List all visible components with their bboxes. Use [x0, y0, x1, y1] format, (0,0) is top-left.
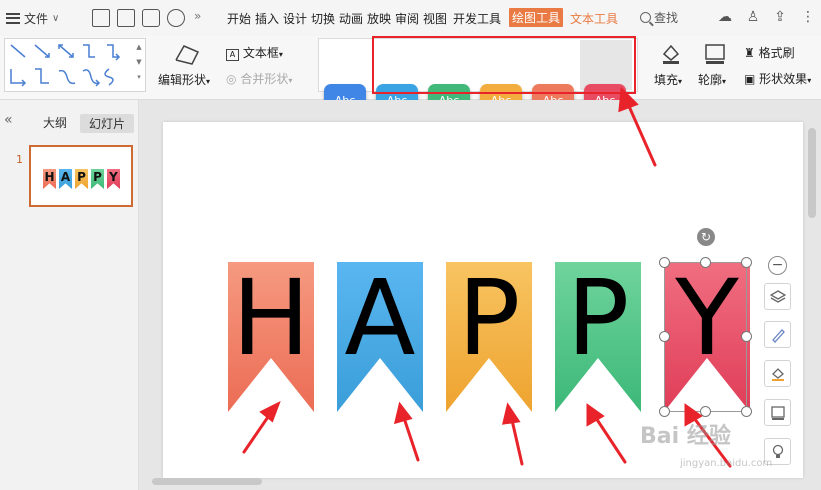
resize-handle[interactable] [741, 331, 752, 342]
slide-thumbnail[interactable]: H A P P Y [29, 145, 133, 207]
ribbon-toolbar: ▲▼▾ 编辑形状▾ A 文本框▾ ◎ 合并形状▾ Abc Abc Abc Abc… [0, 36, 821, 117]
layers-icon[interactable] [764, 283, 791, 310]
brush-icon[interactable] [764, 321, 791, 348]
more-options-icon[interactable]: ⋮ [800, 9, 816, 25]
textbox-icon: A [226, 49, 239, 61]
outline-label: 轮廓 [698, 73, 723, 87]
horizontal-scroll-thumb[interactable] [152, 478, 262, 485]
file-menu-button[interactable]: 文件 ∨ [6, 9, 59, 27]
outline-icon [704, 42, 726, 64]
fill-button[interactable]: 填充▾ [654, 71, 682, 88]
search-button[interactable]: 查找 [640, 9, 678, 26]
tab-slides[interactable]: 幻灯片 [80, 114, 135, 133]
shape-effect-label: 形状效果 [759, 72, 808, 86]
print-preview-icon[interactable] [167, 9, 185, 27]
merge-shape-icon: ◎ [226, 72, 237, 86]
tab-drawing-tools[interactable]: 绘图工具 [509, 8, 564, 27]
edit-shape-icon [172, 42, 202, 68]
vertical-scroll-thumb[interactable] [808, 128, 816, 218]
mini-flag-letter: Y [109, 170, 118, 184]
format-painter-icon: ♜ [744, 46, 755, 60]
line-shapes-gallery[interactable] [4, 38, 146, 92]
tab-transition[interactable]: 切换 [311, 10, 335, 27]
rotate-handle-icon[interactable]: ↻ [697, 228, 715, 246]
textbox-label: 文本框 [242, 46, 279, 60]
mini-flag: A [59, 169, 72, 189]
slides-panel: « 大纲 幻灯片 1 H A P P Y [0, 100, 139, 490]
chevron-down-icon: ∨ [52, 12, 60, 24]
hamburger-icon [6, 12, 20, 24]
fill-color-icon[interactable] [764, 360, 791, 387]
tab-home[interactable]: 开始 [227, 10, 251, 27]
save-icon[interactable] [92, 9, 110, 27]
style-swatch-highlight-box [372, 36, 636, 94]
mini-flag: H [43, 169, 56, 189]
resize-handle[interactable] [700, 257, 711, 268]
mini-flag-letter: A [60, 170, 71, 184]
user-add-icon[interactable]: ♙ [745, 9, 761, 25]
export-icon[interactable] [117, 9, 135, 27]
search-icon [640, 12, 651, 23]
watermark-url: jingyan.baidu.com [680, 458, 773, 469]
line-shapes-icon [10, 44, 121, 87]
search-label: 查找 [654, 11, 679, 25]
more-icon[interactable]: » [194, 9, 201, 23]
gallery-scroll-buttons[interactable]: ▲ ▼ ▾ [134, 40, 144, 90]
mini-flag-letter: P [77, 170, 86, 184]
share-icon[interactable]: ⇪ [772, 9, 788, 25]
resize-handle[interactable] [659, 406, 670, 417]
mini-flag: P [75, 169, 88, 189]
selection-outline [664, 262, 747, 412]
format-painter-label: 格式刷 [758, 46, 795, 60]
edit-shape-label: 编辑形状 [158, 73, 207, 87]
menu-bar: 文件 ∨ » 开始 插入 设计 切换 动画 放映 审阅 视图 开发工具 绘图工具… [0, 0, 821, 36]
merge-shape-button[interactable]: ◎ 合并形状▾ [226, 70, 292, 87]
resize-handle[interactable] [659, 331, 670, 342]
tab-developer[interactable]: 开发工具 [453, 10, 501, 27]
slide-number: 1 [16, 153, 23, 166]
mini-flag-letter: H [44, 170, 55, 184]
resize-handle[interactable] [741, 257, 752, 268]
tab-text-tools[interactable]: 文本工具 [570, 10, 618, 27]
tab-outline[interactable]: 大纲 [43, 114, 67, 131]
collapse-toolbar-icon[interactable]: − [768, 256, 787, 275]
shape-effect-button[interactable]: ▣ 形状效果▾ [744, 70, 811, 87]
print-icon[interactable] [142, 9, 160, 27]
tab-animation[interactable]: 动画 [339, 10, 363, 27]
watermark-logo: Bai 经验 [640, 424, 731, 449]
outline-button[interactable]: 轮廓▾ [698, 71, 726, 88]
tab-view[interactable]: 视图 [423, 10, 447, 27]
resize-handle[interactable] [700, 406, 711, 417]
merge-shape-label: 合并形状 [240, 72, 289, 86]
mini-flag-letter: P [93, 170, 102, 184]
resize-handle[interactable] [659, 257, 670, 268]
cloud-sync-icon[interactable]: ☁ [717, 9, 733, 25]
textbox-button[interactable]: A 文本框▾ [226, 44, 283, 61]
file-menu-label: 文件 [24, 11, 49, 26]
tab-insert[interactable]: 插入 [255, 10, 279, 27]
format-painter-button[interactable]: ♜ 格式刷 [744, 44, 795, 61]
shape-effect-icon: ▣ [744, 72, 756, 86]
fill-label: 填充 [654, 73, 679, 87]
collapse-panel-icon[interactable]: « [4, 112, 13, 128]
tab-design[interactable]: 设计 [283, 10, 307, 27]
edit-shape-button[interactable]: 编辑形状▾ [158, 71, 210, 88]
mini-flag: Y [107, 169, 120, 189]
tab-review[interactable]: 审阅 [395, 10, 419, 27]
fill-icon [660, 42, 682, 64]
mini-flag: P [91, 169, 104, 189]
tab-slideshow[interactable]: 放映 [367, 10, 391, 27]
outline-color-icon[interactable] [764, 399, 791, 426]
resize-handle[interactable] [741, 406, 752, 417]
